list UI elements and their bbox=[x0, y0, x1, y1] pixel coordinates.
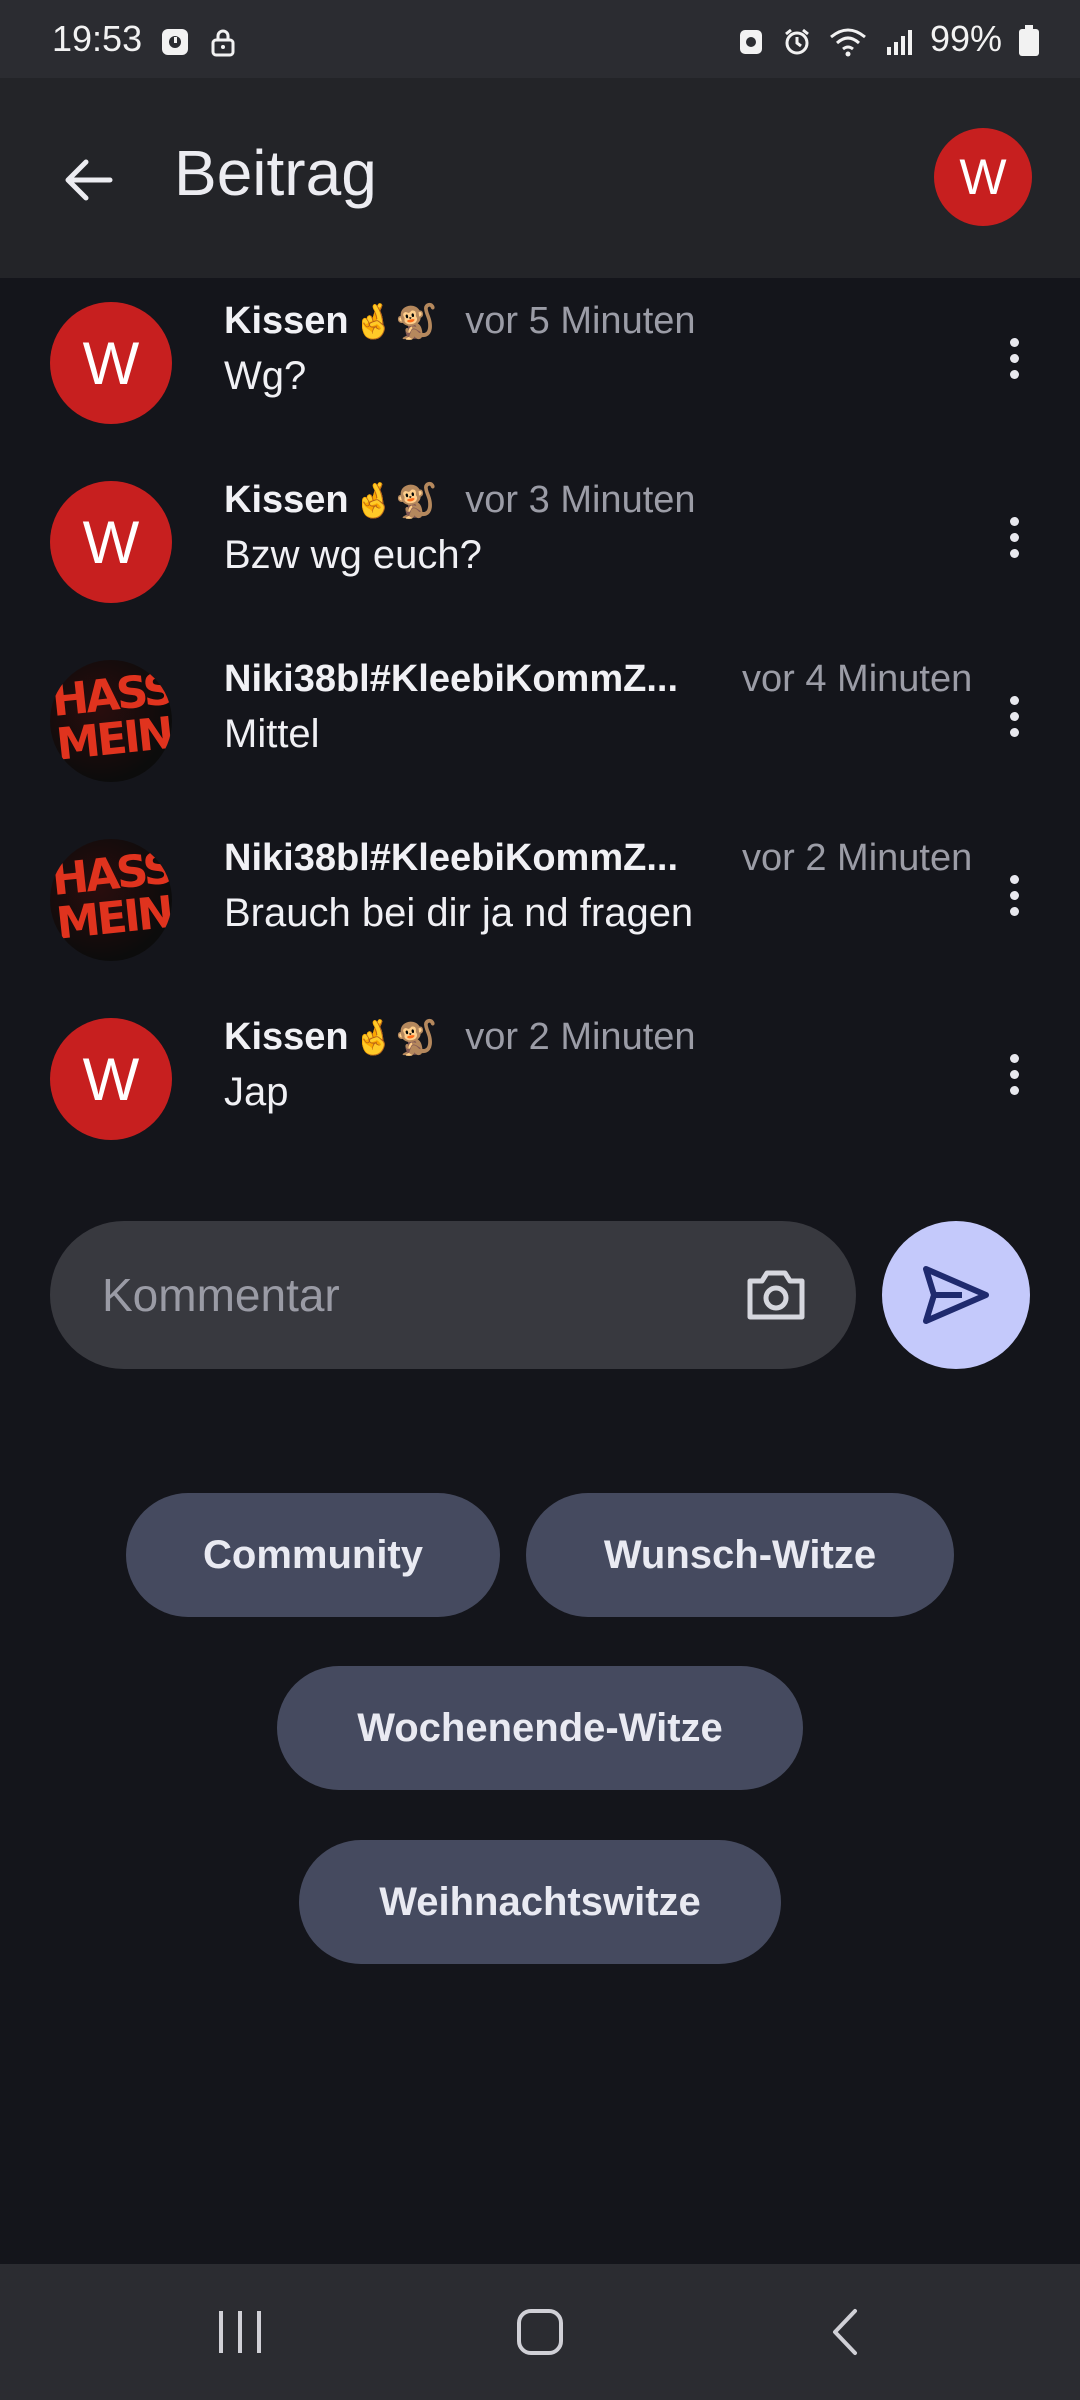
status-time: 19:53 bbox=[52, 18, 143, 59]
send-icon bbox=[923, 1266, 989, 1324]
comment-header: Kissen 🤞🐒 vor 2 Minuten bbox=[224, 1016, 696, 1059]
more-options-icon[interactable] bbox=[984, 855, 1044, 935]
chip-wunsch-witze[interactable]: Wunsch-Witze bbox=[526, 1493, 954, 1617]
comment-author[interactable]: Kissen bbox=[224, 479, 349, 522]
home-button[interactable] bbox=[500, 2300, 580, 2364]
wifi-icon bbox=[828, 24, 868, 57]
comment-header: Niki38bl#KleebiKommZ... vor 4 Minuten bbox=[224, 658, 984, 701]
author-emoji: 🤞🐒 bbox=[352, 481, 438, 520]
media-icon bbox=[160, 24, 190, 55]
signal-icon bbox=[884, 24, 914, 55]
chip-community[interactable]: Community bbox=[126, 1493, 500, 1617]
comment-header: Kissen 🤞🐒 vor 5 Minuten bbox=[224, 300, 696, 343]
comment-header: Niki38bl#KleebiKommZ... vor 2 Minuten bbox=[224, 837, 984, 880]
comment-author[interactable]: Kissen bbox=[224, 1016, 349, 1059]
comment-time: vor 4 Minuten bbox=[742, 658, 973, 700]
chip-weihnachtswitze[interactable]: Weihnachtswitze bbox=[299, 1840, 781, 1964]
avatar[interactable]: W bbox=[50, 481, 172, 603]
system-nav-bar bbox=[0, 2264, 1080, 2400]
comment-item: W Kissen 🤞🐒 vor 5 Minuten Wg? bbox=[0, 278, 1080, 457]
profile-avatar[interactable]: W bbox=[934, 128, 1032, 226]
comment-input[interactable] bbox=[100, 1261, 724, 1329]
comment-time: vor 2 Minuten bbox=[465, 1016, 696, 1058]
back-nav-button[interactable] bbox=[805, 2300, 885, 2364]
comment-author[interactable]: Kissen bbox=[224, 300, 349, 343]
comment-input-container bbox=[50, 1221, 856, 1369]
comment-text: Jap bbox=[224, 1070, 289, 1114]
more-options-icon[interactable] bbox=[984, 1034, 1044, 1114]
comment-item: W Kissen 🤞🐒 vor 2 Minuten Jap bbox=[0, 994, 1080, 1173]
comment-time: vor 2 Minuten bbox=[742, 837, 973, 879]
avatar-graffiti: HASS MEIN bbox=[50, 663, 172, 771]
battery-icon bbox=[1018, 24, 1040, 56]
camera-button[interactable] bbox=[742, 1261, 810, 1329]
comment-item: HASS MEIN Niki38bl#KleebiKommZ... vor 2 … bbox=[0, 815, 1080, 994]
recents-icon bbox=[219, 2311, 261, 2353]
comment-text: Mittel bbox=[224, 712, 320, 756]
alarm-icon bbox=[782, 24, 812, 55]
back-button[interactable] bbox=[52, 144, 124, 216]
app-bar: Beitrag W bbox=[0, 78, 1080, 278]
recent-apps-button[interactable] bbox=[200, 2300, 280, 2364]
chip-wochenende-witze[interactable]: Wochenende-Witze bbox=[277, 1666, 803, 1790]
avatar[interactable]: HASS MEIN bbox=[50, 839, 172, 961]
comment-text: Bzw wg euch? bbox=[224, 533, 482, 577]
author-emoji: 🤞🐒 bbox=[352, 1018, 438, 1057]
screenshot-icon bbox=[736, 24, 766, 54]
comment-header: Kissen 🤞🐒 vor 3 Minuten bbox=[224, 479, 696, 522]
battery-percent: 99% bbox=[929, 18, 1002, 59]
lock-icon bbox=[208, 24, 238, 57]
send-button[interactable] bbox=[882, 1221, 1030, 1369]
avatar[interactable]: W bbox=[50, 302, 172, 424]
comment-time: vor 5 Minuten bbox=[465, 300, 696, 342]
comment-text: Wg? bbox=[224, 354, 307, 398]
author-emoji: 🤞🐒 bbox=[352, 302, 438, 341]
avatar[interactable]: W bbox=[50, 1018, 172, 1140]
more-options-icon[interactable] bbox=[984, 318, 1044, 398]
avatar[interactable]: HASS MEIN bbox=[50, 660, 172, 782]
chevron-left-icon bbox=[833, 2309, 857, 2355]
more-options-icon[interactable] bbox=[984, 676, 1044, 756]
arrow-left-icon bbox=[65, 159, 113, 201]
home-icon bbox=[517, 2309, 563, 2355]
page-title: Beitrag bbox=[174, 137, 377, 209]
comment-item: W Kissen 🤞🐒 vor 3 Minuten Bzw wg euch? bbox=[0, 457, 1080, 636]
camera-icon bbox=[747, 1270, 805, 1320]
comment-time: vor 3 Minuten bbox=[465, 479, 696, 521]
comment-author[interactable]: Niki38bl#KleebiKommZ... bbox=[224, 837, 678, 880]
comment-item: HASS MEIN Niki38bl#KleebiKommZ... vor 4 … bbox=[0, 636, 1080, 815]
more-options-icon[interactable] bbox=[984, 497, 1044, 577]
comment-text: Brauch bei dir ja nd fragen bbox=[224, 891, 694, 935]
avatar-graffiti: HASS MEIN bbox=[50, 842, 172, 950]
comment-author[interactable]: Niki38bl#KleebiKommZ... bbox=[224, 658, 678, 701]
status-bar: 19:53 99% bbox=[0, 0, 1080, 78]
